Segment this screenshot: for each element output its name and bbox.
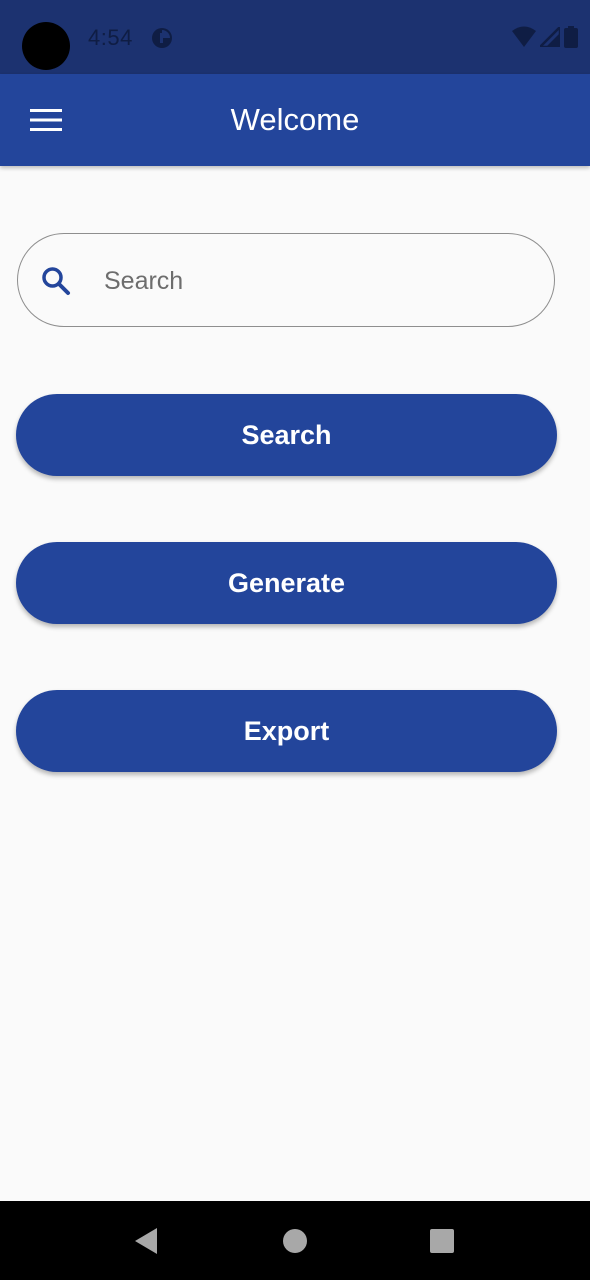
home-button[interactable] xyxy=(273,1219,317,1263)
recents-button[interactable] xyxy=(420,1219,464,1263)
search-input[interactable] xyxy=(102,256,526,306)
page-title: Welcome xyxy=(230,102,360,137)
status-bar: 4:54 xyxy=(0,0,590,74)
home-icon xyxy=(283,1229,307,1253)
battery-icon xyxy=(564,26,578,48)
back-icon xyxy=(135,1228,157,1254)
app-notification-icon xyxy=(152,28,172,48)
recents-icon xyxy=(430,1229,454,1253)
app-bar: Welcome xyxy=(0,74,590,166)
search-icon xyxy=(40,265,72,297)
export-button[interactable]: Export xyxy=(16,690,557,772)
search-field[interactable] xyxy=(17,233,555,327)
wifi-icon xyxy=(512,26,536,47)
generate-button[interactable]: Generate xyxy=(16,542,557,624)
system-nav-bar xyxy=(0,1201,590,1280)
status-time: 4:54 xyxy=(88,25,133,50)
status-icons xyxy=(512,26,578,48)
signal-icon xyxy=(540,27,560,47)
back-button[interactable] xyxy=(124,1219,168,1263)
search-button[interactable]: Search xyxy=(16,394,557,476)
camera-hole xyxy=(22,22,70,70)
